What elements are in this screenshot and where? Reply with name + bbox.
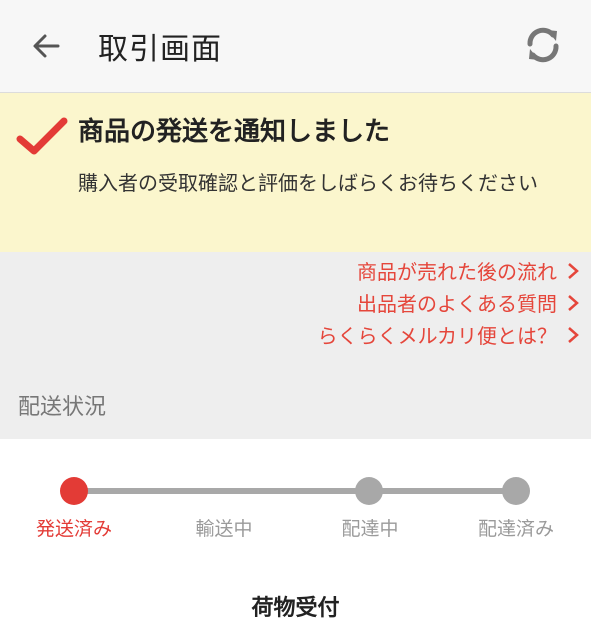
- link-label: らくらくメルカリ便とは？: [317, 324, 557, 348]
- chevron-right-icon: [568, 262, 579, 279]
- step-label-delivered: 配達済み: [477, 518, 555, 540]
- chevron-right-icon: [568, 294, 579, 311]
- step-label-shipped: 発送済み: [35, 518, 113, 540]
- page-title: 取引画面: [98, 32, 222, 67]
- link-rakuraku-mercari[interactable]: らくらくメルカリ便とは？: [318, 320, 579, 349]
- step-label-in-transit: 輸送中: [195, 518, 253, 540]
- step-dot-delivered: [502, 477, 530, 505]
- arrow-left-icon[interactable]: [28, 28, 64, 64]
- chevron-right-icon: [568, 326, 579, 343]
- step-label-delivering: 配達中: [341, 518, 399, 540]
- shipping-tracker: 発送済み 輸送中 配達中 配達済み 荷物受付: [0, 440, 591, 640]
- link-after-sale-flow[interactable]: 商品が売れた後の流れ: [357, 256, 579, 285]
- current-status: 荷物受付: [251, 596, 340, 621]
- link-label: 出品者のよくある質問: [357, 292, 557, 316]
- section-label-shipping-status: 配送状況: [18, 395, 107, 420]
- link-label: 商品が売れた後の流れ: [357, 260, 557, 284]
- checkmark-icon: [16, 117, 68, 155]
- help-links-section: 商品が売れた後の流れ 出品者のよくある質問 らくらくメルカリ便とは？ 配送状況: [0, 252, 591, 439]
- refresh-icon[interactable]: [522, 24, 564, 66]
- app-bar: 取引画面: [0, 0, 591, 93]
- shipping-notice: 商品の発送を通知しました 購入者の受取確認と評価をしばらくお待ちください: [0, 93, 591, 252]
- notice-body: 購入者の受取確認と評価をしばらくお待ちください: [78, 171, 538, 195]
- notice-headline: 商品の発送を通知しました: [78, 117, 391, 147]
- step-dot-shipped: [60, 477, 88, 505]
- step-dot-delivering: [355, 477, 383, 505]
- link-seller-faq[interactable]: 出品者のよくある質問: [357, 288, 579, 317]
- track-line: [74, 488, 516, 494]
